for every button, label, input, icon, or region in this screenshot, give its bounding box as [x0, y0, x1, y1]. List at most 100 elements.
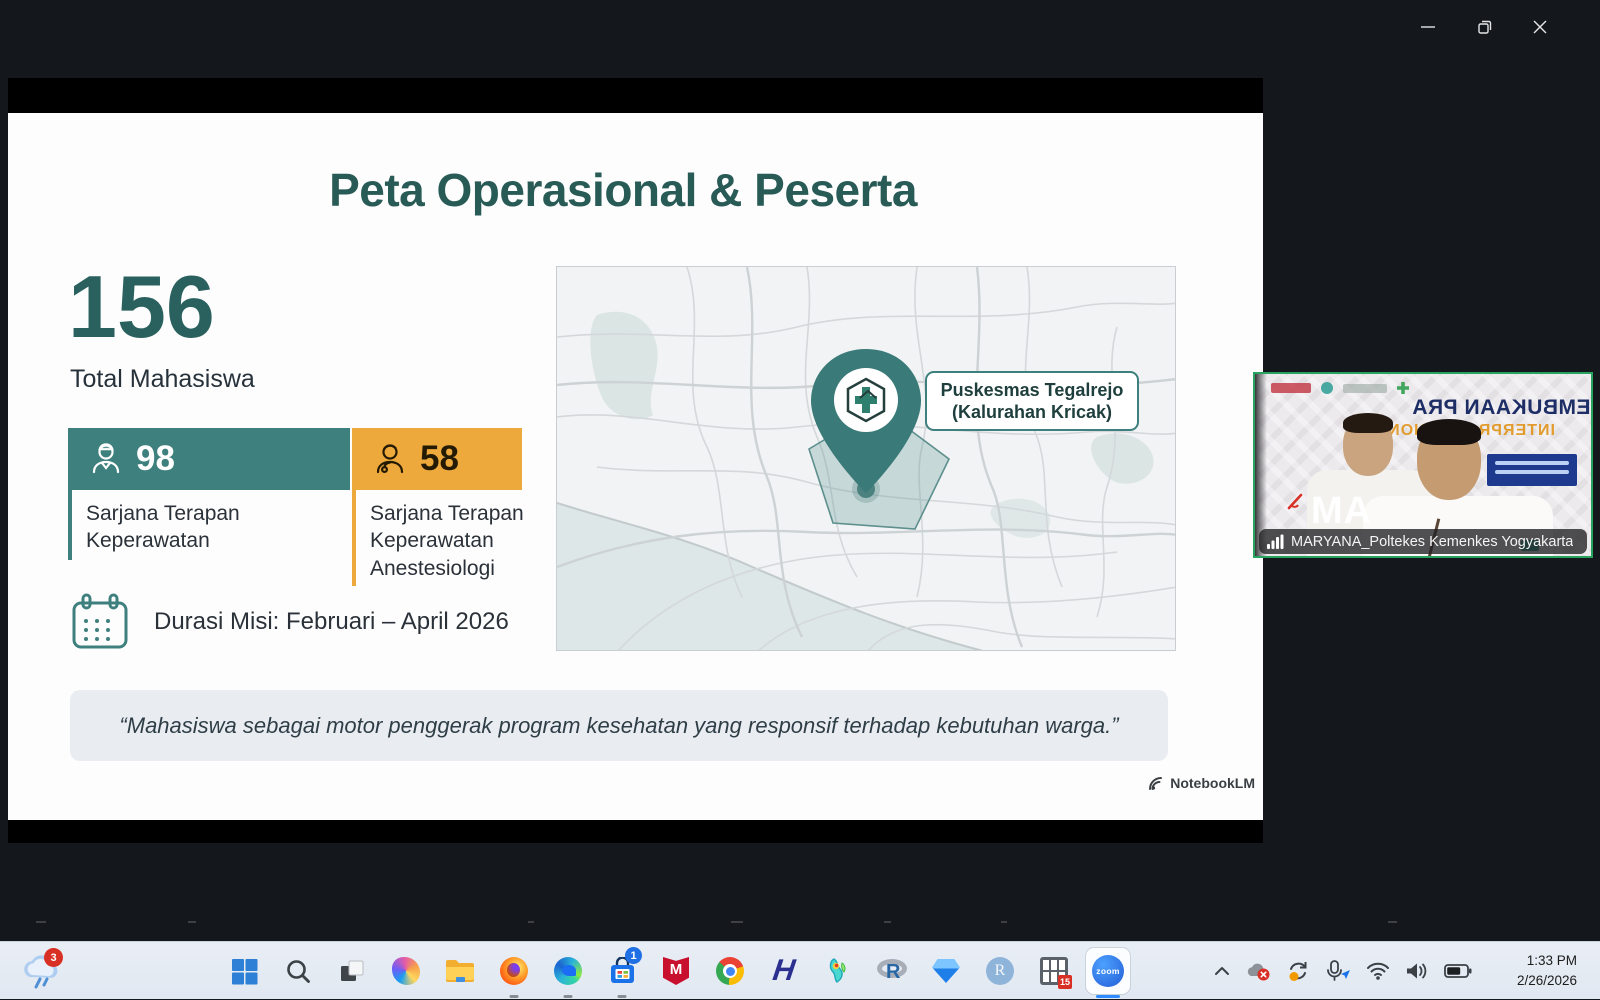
operational-map: Puskesmas Tegalrejo (Kalurahan Kricak) [556, 266, 1176, 651]
nurse-icon [88, 441, 124, 477]
total-students-value: 156 [68, 263, 215, 351]
calendar-app-button[interactable]: 15 [1032, 948, 1076, 994]
quote-bar: “Mahasiswa sebagai motor penggerak progr… [70, 690, 1168, 761]
banner-logo-red [1271, 383, 1311, 393]
close-icon [1532, 19, 1548, 35]
active-app-indicator [1096, 995, 1120, 998]
program-count: 58 [420, 439, 459, 479]
gis-map-app-button[interactable] [816, 948, 860, 994]
r-circle-icon: R [986, 957, 1014, 985]
r-logo-icon: R [877, 959, 907, 983]
banner-logo-teal [1321, 382, 1333, 394]
store-button[interactable]: 1 [600, 948, 644, 994]
clock-date: 2/26/2026 [1517, 971, 1577, 991]
calendar-date-badge: 15 [1058, 975, 1072, 989]
h-app-button[interactable]: H [762, 948, 806, 994]
firefox-button[interactable] [492, 948, 536, 994]
onedrive-error-icon[interactable] [1245, 961, 1271, 981]
program-count: 98 [136, 439, 175, 479]
running-indicator [564, 995, 573, 998]
copilot-button[interactable] [384, 948, 428, 994]
sync-update-icon[interactable] [1286, 960, 1310, 982]
copilot-icon [392, 957, 420, 985]
signal-bars-icon [1267, 534, 1284, 549]
participant-name: MARYANA_Poltekes Kemenkes Yogyakarta [1291, 534, 1573, 550]
firefox-icon [500, 957, 528, 985]
gem-app-button[interactable] [924, 948, 968, 994]
notebooklm-watermark: NotebookLM [1148, 775, 1255, 791]
minimize-icon [1420, 19, 1436, 35]
mission-duration-row: Durasi Misi: Februari – April 2026 [70, 593, 509, 651]
mission-duration-text: Durasi Misi: Februari – April 2026 [154, 608, 509, 636]
pin-subtitle: (Kalurahan Kricak) [952, 401, 1112, 424]
r-app-button[interactable]: R [870, 948, 914, 994]
taskbar-clock[interactable]: 1:33 PM 2/26/2026 [1517, 951, 1577, 990]
doctor-icon [372, 441, 408, 477]
total-students-label: Total Mahasiswa [70, 365, 255, 394]
tray-chevron-icon[interactable] [1214, 966, 1230, 976]
partial-name-overlay: MA [1311, 490, 1372, 533]
map-pin-label: Puskesmas Tegalrejo (Kalurahan Kricak) [925, 371, 1139, 431]
health-cross-icon [1397, 382, 1409, 394]
participant-name-bar: MARYANA_Poltekes Kemenkes Yogyakarta [1259, 529, 1587, 554]
slide-title: Peta Operasional & Peserta [8, 163, 1238, 217]
banner-logo-gray [1343, 384, 1387, 393]
r-console-button[interactable]: R [978, 948, 1022, 994]
chrome-icon [716, 957, 744, 985]
banner-caption-box [1487, 454, 1577, 486]
running-indicator [510, 995, 519, 998]
windows-taskbar: 3 [0, 941, 1600, 999]
slide-letterbox-top [8, 78, 1263, 113]
volume-icon[interactable] [1405, 962, 1429, 980]
start-button[interactable] [222, 948, 266, 994]
watermark-text: NotebookLM [1170, 775, 1255, 791]
taskbar-icons: 1 M H R [222, 948, 1140, 994]
restore-button[interactable] [1471, 14, 1499, 40]
screen-share-region: Peta Operasional & Peserta 156 Total Mah… [8, 78, 1263, 843]
restore-icon [1476, 18, 1494, 36]
task-view-button[interactable] [330, 948, 374, 994]
search-icon [285, 958, 311, 984]
program-stat-keperawatan: 98 [68, 428, 350, 490]
gem-icon [932, 959, 960, 983]
muted-mic-icon [1285, 492, 1305, 512]
search-button[interactable] [276, 948, 320, 994]
slide-letterbox-bottom [8, 820, 1263, 843]
mcafee-shield-icon: M [663, 957, 689, 985]
program-label-anestesiologi: Sarjana Terapan Keperawatan Anestesiolog… [352, 490, 528, 586]
battery-icon[interactable] [1444, 963, 1472, 979]
chrome-button[interactable] [708, 948, 752, 994]
edge-button[interactable] [546, 948, 590, 994]
minimize-button[interactable] [1414, 14, 1442, 40]
zoom-button[interactable]: zoom [1086, 948, 1130, 994]
store-update-badge: 1 [625, 947, 642, 964]
zoom-icon: zoom [1092, 955, 1124, 987]
program-label-keperawatan: Sarjana Terapan Keperawatan [68, 490, 308, 560]
calendar-icon [70, 593, 130, 651]
system-tray [1214, 942, 1472, 1000]
task-view-icon [339, 958, 366, 985]
clock-time: 1:33 PM [1517, 951, 1577, 971]
file-explorer-button[interactable] [438, 948, 482, 994]
file-explorer-icon [445, 958, 475, 984]
mic-in-use-icon[interactable] [1325, 960, 1351, 982]
h-app-icon: H [771, 954, 797, 988]
notebooklm-icon [1148, 776, 1165, 791]
wifi-icon[interactable] [1366, 962, 1390, 980]
app-grid-icon: 15 [1040, 957, 1068, 985]
pin-title: Puskesmas Tegalrejo [941, 379, 1124, 402]
windows-start-icon [231, 958, 258, 985]
gis-map-icon [824, 957, 852, 985]
map-graphic [557, 267, 1176, 651]
weather-widget[interactable]: 3 [20, 951, 66, 993]
mcafee-button[interactable]: M [654, 948, 698, 994]
close-button[interactable] [1526, 14, 1554, 40]
running-indicator [618, 995, 627, 998]
program-stat-anestesiologi: 58 [352, 428, 522, 490]
participant-video-tile[interactable]: PEMBUKAAN PRA INTERPROFESSION MA MA [1253, 372, 1593, 558]
quote-text: “Mahasiswa sebagai motor penggerak progr… [119, 713, 1118, 739]
presentation-slide: Peta Operasional & Peserta 156 Total Mah… [8, 113, 1263, 820]
edge-icon [554, 957, 582, 985]
banner-title-mirrored: PEMBUKAAN PRA [1355, 396, 1593, 420]
banner-logos [1271, 382, 1409, 394]
